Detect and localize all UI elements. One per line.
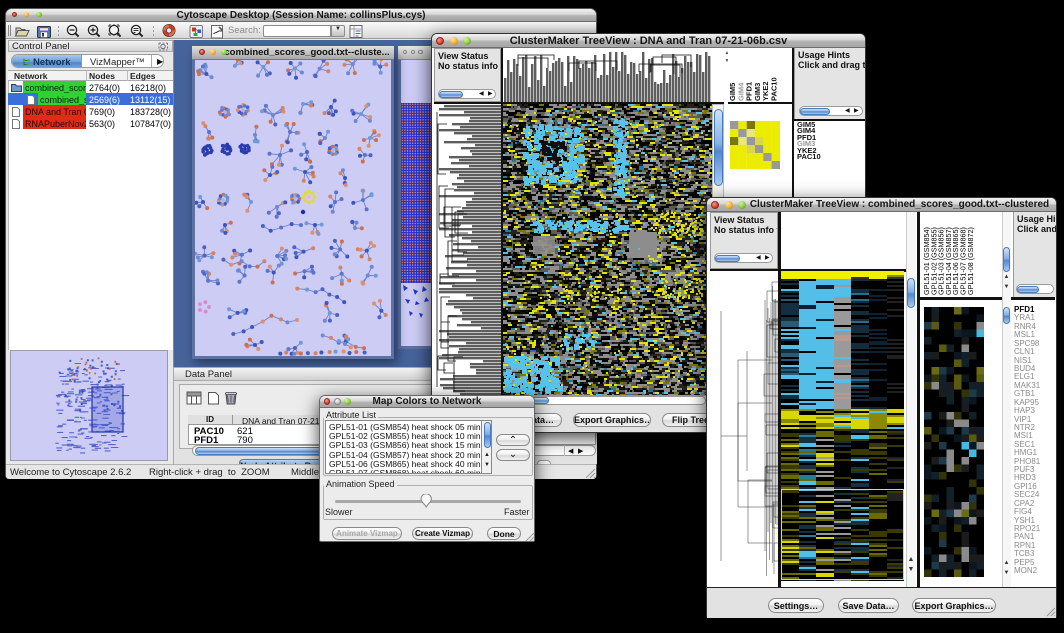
svg-text:GPL51-08 (GSM872): GPL51-08 (GSM872) <box>966 227 975 295</box>
svg-text:PAC10: PAC10 <box>770 77 779 101</box>
